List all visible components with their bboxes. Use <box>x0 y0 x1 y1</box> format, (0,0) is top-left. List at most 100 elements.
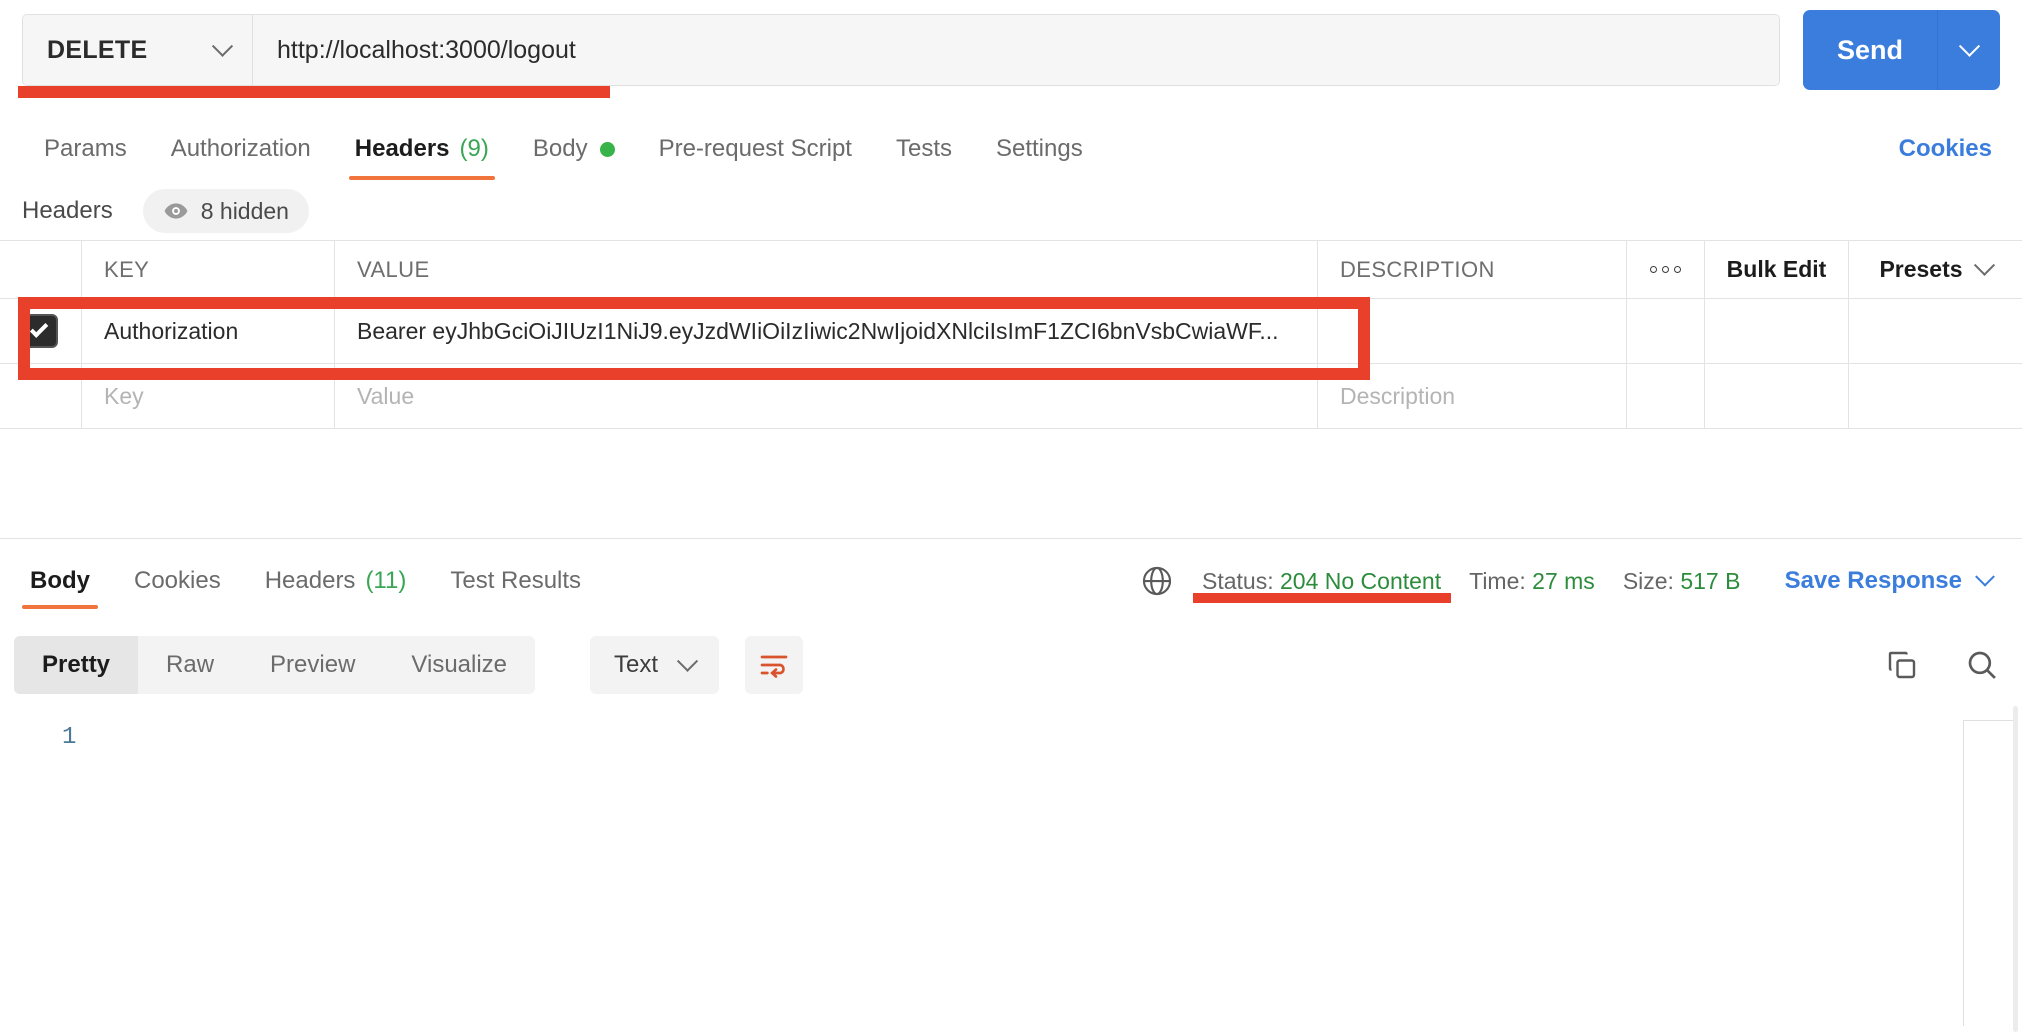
row-value-text: Bearer eyJhbGciOiJIUzI1NiJ9.eyJzdWIiOiIz… <box>357 317 1279 344</box>
annotation-box-top <box>18 297 1370 309</box>
tab-label: Params <box>44 135 127 162</box>
content-type-select[interactable]: Text <box>590 636 720 694</box>
row-spacer-bulk <box>1704 299 1848 363</box>
tab-count: (11) <box>365 567 407 594</box>
view-mode-raw[interactable]: Raw <box>138 636 242 694</box>
tab-settings[interactable]: Settings <box>974 118 1105 180</box>
tab-label: Body <box>532 135 588 162</box>
headers-title: Headers <box>22 197 113 224</box>
status-indicator: Status: 204 No Content <box>1202 568 1441 595</box>
http-method-select[interactable]: DELETE <box>23 15 253 85</box>
http-method-label: DELETE <box>47 35 148 64</box>
search-icon[interactable] <box>1964 647 2000 683</box>
tab-label: Tests <box>895 135 952 162</box>
annotation-underline-status <box>1193 593 1451 603</box>
chevron-down-icon <box>1973 254 1995 276</box>
row-key-text: Authorization <box>104 317 239 344</box>
view-mode-pretty[interactable]: Pretty <box>14 636 139 694</box>
row-spacer-dots <box>1626 299 1704 363</box>
word-wrap-icon <box>760 655 788 678</box>
minimap-top-border <box>1963 720 2015 721</box>
tab-headers[interactable]: Headers (9) <box>333 118 511 180</box>
chevron-down-icon <box>1958 35 1980 57</box>
url-bar-row: DELETE http://localhost:3000/logout Send <box>0 0 2022 110</box>
check-icon <box>29 318 49 338</box>
send-options-button[interactable] <box>1938 10 2000 90</box>
empty-row-spacer-dots <box>1626 364 1704 428</box>
send-button-group: Send <box>1803 10 2000 90</box>
row-spacer-presets <box>1848 299 2022 363</box>
response-tab-body[interactable]: Body <box>8 545 112 617</box>
description-placeholder: Description <box>1340 382 1456 409</box>
size-indicator: Size: 517 B <box>1623 568 1741 595</box>
tab-pre-request-script[interactable]: Pre-request Script <box>637 118 874 180</box>
annotation-underline-url <box>18 86 610 98</box>
bulk-edit-button[interactable]: Bulk Edit <box>1704 241 1848 298</box>
response-actions <box>1884 636 2000 694</box>
presets-label: Presets <box>1879 256 1963 282</box>
chevron-down-icon <box>211 35 234 57</box>
status-label: Status: <box>1202 567 1274 594</box>
annotation-box-bottom <box>18 368 1370 380</box>
presets-button[interactable]: Presets <box>1848 241 2022 298</box>
header-value-cell: VALUE <box>335 241 1318 298</box>
view-mode-visualize[interactable]: Visualize <box>383 636 535 694</box>
time-indicator: Time: 27 ms <box>1469 568 1595 595</box>
size-label: Size: <box>1622 567 1674 594</box>
response-tab-test-results[interactable]: Test Results <box>428 545 603 617</box>
value-placeholder: Value <box>357 382 415 409</box>
tab-label: Test Results <box>450 567 582 594</box>
hidden-headers-count: 8 hidden <box>200 197 289 224</box>
response-tab-cookies[interactable]: Cookies <box>112 545 243 617</box>
copy-icon[interactable] <box>1884 647 1920 683</box>
hidden-headers-toggle[interactable]: 8 hidden <box>142 189 309 233</box>
word-wrap-toggle[interactable] <box>745 636 803 694</box>
empty-row-spacer-bulk <box>1704 364 1848 428</box>
send-button[interactable]: Send <box>1803 10 1938 90</box>
empty-row-spacer-presets <box>1848 364 2022 428</box>
response-body-viewer[interactable]: 1 <box>0 706 2022 1032</box>
cookies-link[interactable]: Cookies <box>1899 118 1992 180</box>
response-tab-headers[interactable]: Headers (11) <box>243 545 429 617</box>
tab-params[interactable]: Params <box>22 118 149 180</box>
url-input[interactable]: http://localhost:3000/logout <box>253 15 1779 85</box>
response-divider <box>0 538 2022 539</box>
key-placeholder: Key <box>104 382 144 409</box>
content-type-label: Text <box>614 651 659 678</box>
table-more-options-button[interactable] <box>1626 241 1704 298</box>
view-mode-preview[interactable]: Preview <box>242 636 383 694</box>
line-number: 1 <box>62 724 77 751</box>
headers-table: KEY VALUE DESCRIPTION Bulk Edit Presets <box>0 240 2022 429</box>
annotation-box-right <box>1358 297 1370 380</box>
header-description-cell: DESCRIPTION <box>1318 241 1626 298</box>
tab-label: Authorization <box>170 135 311 162</box>
headers-subtitle-row: Headers 8 hidden <box>0 182 2022 240</box>
chevron-down-icon <box>1975 566 1995 587</box>
minimap-divider <box>1963 720 1964 1026</box>
body-present-dot-icon <box>599 141 615 157</box>
response-status-group: Status: 204 No Content Time: 27 ms Size:… <box>1140 545 1740 617</box>
tab-label: Body <box>30 567 90 594</box>
globe-icon <box>1140 564 1174 598</box>
tab-authorization[interactable]: Authorization <box>149 118 333 180</box>
response-toolbar: Pretty Raw Preview Visualize Text <box>0 628 2022 706</box>
tab-label: Cookies <box>134 567 221 594</box>
ellipsis-icon <box>1650 266 1681 273</box>
tab-tests[interactable]: Tests <box>874 118 974 180</box>
status-value: 204 No Content <box>1280 567 1442 594</box>
tab-body[interactable]: Body <box>511 118 637 180</box>
save-response-button[interactable]: Save Response <box>1785 545 1995 617</box>
annotation-box-left <box>18 297 30 380</box>
tab-label: Settings <box>995 135 1083 162</box>
tab-label: Headers <box>354 135 450 162</box>
eye-icon <box>163 198 189 224</box>
postman-request-response-view: DELETE http://localhost:3000/logout Send… <box>0 0 2022 1032</box>
tab-label: Headers <box>264 567 356 594</box>
header-key-cell: KEY <box>82 241 335 298</box>
size-value: 517 B <box>1680 567 1741 594</box>
time-label: Time: <box>1469 567 1526 594</box>
vertical-scrollbar[interactable] <box>2013 706 2018 1032</box>
column-header-value: VALUE <box>357 256 430 282</box>
column-header-description: DESCRIPTION <box>1340 256 1495 282</box>
request-tabs: Params Authorization Headers (9) Body Pr… <box>0 118 2022 180</box>
